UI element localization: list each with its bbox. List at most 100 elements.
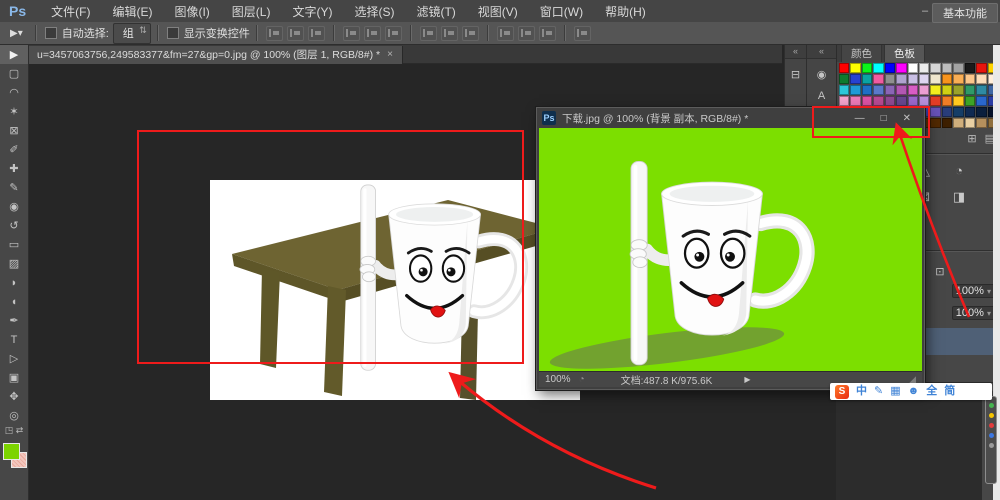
hand-tool[interactable]: ✥ [0,387,28,406]
color-swatch[interactable] [919,85,929,95]
clone-stamp-tool[interactable]: ◉ [0,197,28,216]
ime-face-icon[interactable]: ☻ [908,383,920,400]
collapse-arrows-icon[interactable]: « [807,45,836,59]
quick-selection-tool[interactable]: ✶ [0,102,28,121]
color-swatch[interactable] [885,85,895,95]
brush-tool[interactable]: ✎ [0,178,28,197]
ime-chinese-mode[interactable]: 中 [856,383,867,400]
color-swatch[interactable] [873,85,883,95]
color-swatch[interactable] [885,96,895,106]
auto-align-layers-icon[interactable] [574,26,591,41]
tab-color[interactable]: 颜色 [841,44,882,62]
color-swatch[interactable] [953,74,963,84]
menu-select[interactable]: 选择(S) [343,3,405,20]
color-swatch[interactable] [885,74,895,84]
collapse-arrows-icon[interactable]: « [785,45,806,59]
distribute-top-edges-icon[interactable] [420,26,437,41]
blur-tool[interactable]: ◗ [0,273,28,292]
color-swatch[interactable] [942,63,952,73]
history-brush-tool[interactable]: ↺ [0,216,28,235]
align-bottom-edges-icon[interactable] [308,26,325,41]
color-swatch[interactable] [976,74,986,84]
color-swatch[interactable] [839,74,849,84]
menu-help[interactable]: 帮助(H) [594,3,657,20]
color-swatch[interactable] [930,96,940,106]
menu-edit[interactable]: 编辑(E) [101,3,163,20]
color-swatch[interactable] [919,63,929,73]
color-swatch[interactable] [942,118,952,128]
lasso-tool[interactable]: ◠ [0,83,28,102]
color-swatch[interactable] [965,118,975,128]
fill-value-field[interactable]: 100% ▾ [952,306,995,320]
menu-file[interactable]: 文件(F) [40,3,101,20]
color-swatch[interactable] [850,74,860,84]
color-swatch[interactable] [953,63,963,73]
auto-select-dropdown[interactable]: 组 [113,23,151,44]
menu-layer[interactable]: 图层(L) [221,3,282,20]
maximize-button[interactable]: □ [881,113,887,124]
distribute-right-edges-icon[interactable] [539,26,556,41]
color-swatch[interactable] [930,74,940,84]
color-swatch[interactable] [850,96,860,106]
color-swatch[interactable] [965,85,975,95]
document-tab[interactable]: u=3457063756,249583377&fm=27&gp=0.jpg @ … [28,46,403,64]
color-swatch[interactable] [942,85,952,95]
auto-select-checkbox[interactable] [45,27,57,39]
color-swatch[interactable] [942,96,952,106]
align-left-edges-icon[interactable] [343,26,360,41]
color-swatch[interactable] [976,85,986,95]
adjustment-icon[interactable]: ◔ [949,163,969,179]
color-swatch[interactable] [896,63,906,73]
color-swatch[interactable] [839,85,849,95]
healing-brush-tool[interactable]: ✚ [0,159,28,178]
color-swatch[interactable] [942,74,952,84]
minimize-button[interactable]: — [855,113,865,124]
color-swatch[interactable] [908,74,918,84]
menu-image[interactable]: 图像(I) [163,3,220,20]
color-swatch[interactable] [862,63,872,73]
color-swatch[interactable] [976,118,986,128]
pen-tool[interactable]: ✒ [0,311,28,330]
foreground-color-swatch[interactable] [3,443,20,460]
new-swatch-icon[interactable]: ⊞ [967,132,976,145]
move-tool-icon[interactable]: ▶▾ [0,28,29,39]
ime-pen-icon[interactable]: ✎ [874,383,883,400]
color-swatch[interactable] [850,63,860,73]
color-swatch[interactable] [839,96,849,106]
color-swatch[interactable] [896,96,906,106]
gradient-tool[interactable]: ▨ [0,254,28,273]
color-swatch[interactable] [908,63,918,73]
layer-lock-icon[interactable]: ⊡ [935,265,944,278]
crop-tool[interactable]: ⊠ [0,121,28,140]
color-swatch[interactable] [862,85,872,95]
opacity-value-field[interactable]: 100% ▾ [952,284,995,298]
sidebar-widget[interactable] [985,396,997,484]
show-transform-checkbox[interactable] [167,27,179,39]
color-swatch[interactable] [953,85,963,95]
distribute-bottom-edges-icon[interactable] [462,26,479,41]
color-swatch[interactable] [965,107,975,117]
history-panel-icon[interactable]: ⊟ [791,68,800,81]
color-swatch[interactable] [908,96,918,106]
align-horizontal-centers-icon[interactable] [364,26,381,41]
color-swatch[interactable] [930,118,940,128]
color-swatch[interactable] [930,63,940,73]
main-document-canvas[interactable] [210,180,580,400]
floating-window-titlebar[interactable]: Ps 下载.jpg @ 100% (背景 副本, RGB/8#) * — □ ✕ [537,108,924,128]
ime-simplified-mode[interactable]: 简 [944,383,955,400]
tab-swatches[interactable]: 色板 [884,44,925,62]
status-expand-icon[interactable]: ▶ [744,375,750,384]
color-swatch[interactable] [930,107,940,117]
ime-grid-icon[interactable]: ▦ [890,383,900,400]
color-swatch[interactable] [885,63,895,73]
floating-document-window[interactable]: Ps 下载.jpg @ 100% (背景 副本, RGB/8#) * — □ ✕… [536,107,925,390]
sogou-input-bar[interactable]: S 中 ✎ ▦ ☻ 全 简 [830,383,992,400]
color-swatch[interactable] [908,85,918,95]
menu-window[interactable]: 窗口(W) [529,3,594,20]
color-swatch[interactable] [862,96,872,106]
workspace-switcher-button[interactable]: 基本功能 [932,3,998,23]
menu-view[interactable]: 视图(V) [467,3,529,20]
distribute-vertical-centers-icon[interactable] [441,26,458,41]
color-swatch[interactable] [953,107,963,117]
sogou-logo-icon[interactable]: S [835,385,849,399]
